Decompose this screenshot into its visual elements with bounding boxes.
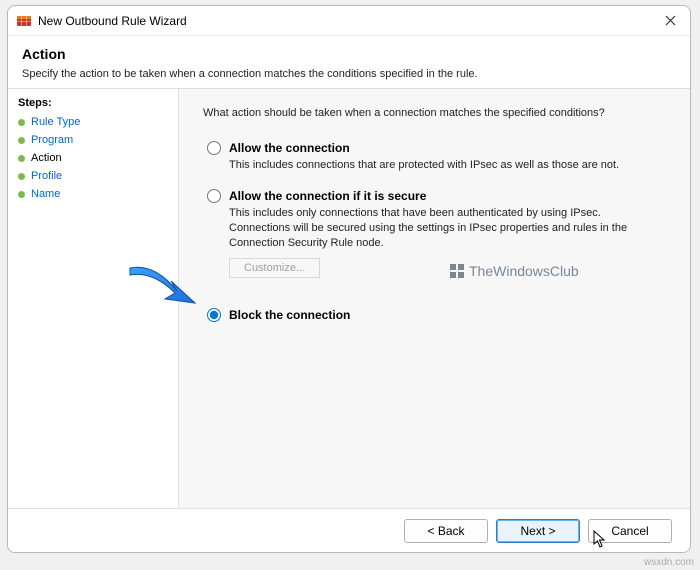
option-block: Block the connection: [203, 308, 662, 322]
option-block-row[interactable]: Block the connection: [207, 308, 662, 322]
step-label: Profile: [31, 170, 62, 182]
wizard-window: New Outbound Rule Wizard Action Specify …: [7, 5, 691, 553]
bullet-icon: [18, 173, 25, 180]
wizard-footer: < Back Next > Cancel: [8, 508, 690, 552]
step-profile[interactable]: Profile: [18, 167, 168, 185]
radio-block[interactable]: [207, 308, 221, 322]
option-allow: Allow the connection This includes conne…: [203, 141, 662, 173]
option-allow-secure-label: Allow the connection if it is secure: [229, 189, 426, 203]
step-label: Rule Type: [31, 116, 80, 128]
option-allow-secure: Allow the connection if it is secure Thi…: [203, 189, 662, 279]
steps-heading: Steps:: [18, 97, 168, 109]
option-allow-secure-desc: This includes only connections that have…: [229, 206, 662, 251]
radio-allow[interactable]: [207, 141, 221, 155]
back-button[interactable]: < Back: [404, 519, 488, 543]
wizard-header: Action Specify the action to be taken wh…: [8, 36, 690, 88]
step-label: Program: [31, 134, 73, 146]
option-allow-row[interactable]: Allow the connection: [207, 141, 662, 155]
window-title: New Outbound Rule Wizard: [38, 14, 650, 28]
step-program[interactable]: Program: [18, 131, 168, 149]
titlebar: New Outbound Rule Wizard: [8, 6, 690, 36]
next-button[interactable]: Next >: [496, 519, 580, 543]
firewall-icon: [16, 13, 32, 29]
steps-sidebar: Steps: Rule Type Program Action Profile …: [8, 89, 178, 508]
bullet-icon: [18, 155, 25, 162]
step-name[interactable]: Name: [18, 185, 168, 203]
option-allow-label: Allow the connection: [229, 141, 350, 155]
step-label: Action: [31, 152, 62, 164]
wizard-content: What action should be taken when a conne…: [178, 89, 690, 508]
bullet-icon: [18, 191, 25, 198]
step-label: Name: [31, 188, 60, 200]
close-button[interactable]: [650, 6, 690, 36]
page-title: Action: [22, 46, 676, 62]
page-description: Specify the action to be taken when a co…: [22, 68, 676, 80]
customize-button: Customize...: [229, 258, 320, 278]
source-url: wsxdn.com: [644, 557, 694, 568]
bullet-icon: [18, 137, 25, 144]
step-action[interactable]: Action: [18, 149, 168, 167]
content-question: What action should be taken when a conne…: [203, 107, 662, 119]
option-allow-desc: This includes connections that are prote…: [229, 158, 662, 173]
step-rule-type[interactable]: Rule Type: [18, 113, 168, 131]
bullet-icon: [18, 119, 25, 126]
option-block-label: Block the connection: [229, 308, 350, 322]
option-allow-secure-row[interactable]: Allow the connection if it is secure: [207, 189, 662, 203]
radio-allow-secure[interactable]: [207, 189, 221, 203]
cancel-button[interactable]: Cancel: [588, 519, 672, 543]
wizard-body: Steps: Rule Type Program Action Profile …: [8, 88, 690, 508]
